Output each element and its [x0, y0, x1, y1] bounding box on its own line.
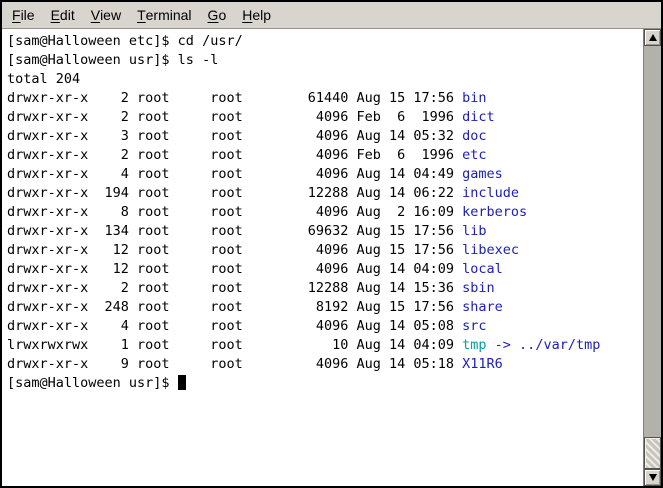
directory-name-text: kerberos	[462, 204, 527, 220]
terminal-text: drwxr-xr-x 248 root root 8192 Aug 15 17:…	[7, 299, 462, 315]
menu-item-label: elp	[252, 7, 271, 23]
terminal-text: drwxr-xr-x 2 root root 12288 Aug 14 15:3…	[7, 280, 462, 296]
menu-item-mnemonic: F	[12, 7, 21, 23]
terminal-line: drwxr-xr-x 9 root root 4096 Aug 14 05:18…	[7, 355, 643, 374]
terminal-line: [sam@Halloween etc]$ cd /usr/	[7, 32, 643, 51]
terminal-text: drwxr-xr-x 4 root root 4096 Aug 14 04:49	[7, 166, 462, 182]
menu-item-terminal[interactable]: Terminal	[129, 2, 199, 28]
menu-item-mnemonic: H	[242, 7, 252, 23]
terminal-line: drwxr-xr-x 2 root root 12288 Aug 14 15:3…	[7, 279, 643, 298]
terminal-text: drwxr-xr-x 3 root root 4096 Aug 14 05:32	[7, 128, 462, 144]
up-arrow-icon	[649, 34, 657, 41]
menu-item-label: iew	[100, 7, 121, 23]
directory-name-text: etc	[462, 147, 486, 163]
terminal-line: drwxr-xr-x 4 root root 4096 Aug 14 05:08…	[7, 317, 643, 336]
scrollbar[interactable]	[643, 29, 661, 486]
symlink-name-text: tmp	[462, 337, 486, 353]
scrollbar-thumb[interactable]	[644, 437, 661, 469]
menu-item-view[interactable]: View	[83, 2, 129, 28]
menu-item-label: erminal	[146, 7, 192, 23]
directory-name-text: libexec	[462, 242, 519, 258]
menu-item-edit[interactable]: Edit	[43, 2, 83, 28]
terminal-screen[interactable]: [sam@Halloween etc]$ cd /usr/ [sam@Hallow…	[2, 29, 643, 486]
terminal-text: [sam@Halloween etc]$ cd /usr/	[7, 33, 243, 49]
terminal-line: drwxr-xr-x 8 root root 4096 Aug 2 16:09 …	[7, 203, 643, 222]
menu-item-go[interactable]: Go	[200, 2, 235, 28]
terminal-text: drwxr-xr-x 194 root root 12288 Aug 14 06…	[7, 185, 462, 201]
terminal-text: drwxr-xr-x 4 root root 4096 Aug 14 05:08	[7, 318, 462, 334]
directory-name-text: lib	[462, 223, 486, 239]
terminal-line: drwxr-xr-x 12 root root 4096 Aug 15 17:5…	[7, 241, 643, 260]
terminal-line: drwxr-xr-x 134 root root 69632 Aug 15 17…	[7, 222, 643, 241]
menu-item-label: dit	[60, 7, 75, 23]
menu-bar: FileEditViewTerminalGoHelp	[2, 2, 661, 29]
terminal-text: drwxr-xr-x 2 root root 4096 Feb 6 1996	[7, 109, 462, 125]
terminal-cursor	[178, 375, 186, 390]
terminal-window: FileEditViewTerminalGoHelp [sam@Hallowee…	[0, 0, 663, 488]
menu-item-mnemonic: T	[137, 7, 146, 23]
terminal-text: lrwxrwxrwx 1 root root 10 Aug 14 04:09	[7, 337, 462, 353]
terminal-line: drwxr-xr-x 3 root root 4096 Aug 14 05:32…	[7, 127, 643, 146]
directory-name-text: local	[462, 261, 503, 277]
terminal-line: [sam@Halloween usr]$	[7, 374, 643, 393]
terminal-text: drwxr-xr-x 2 root root 61440 Aug 15 17:5…	[7, 90, 462, 106]
menu-item-file[interactable]: File	[4, 2, 43, 28]
terminal-content: [sam@Halloween etc]$ cd /usr/ [sam@Hallow…	[2, 29, 661, 486]
scrollbar-down-button[interactable]	[644, 469, 661, 486]
terminal-text: drwxr-xr-x 12 root root 4096 Aug 14 04:0…	[7, 261, 462, 277]
terminal-line: drwxr-xr-x 4 root root 4096 Aug 14 04:49…	[7, 165, 643, 184]
directory-name-text: X11R6	[462, 356, 503, 372]
terminal-line: total 204	[7, 70, 643, 89]
terminal-text: drwxr-xr-x 9 root root 4096 Aug 14 05:18	[7, 356, 462, 372]
directory-name-text: doc	[462, 128, 486, 144]
menu-item-help[interactable]: Help	[234, 2, 279, 28]
terminal-text: drwxr-xr-x 134 root root 69632 Aug 15 17…	[7, 223, 462, 239]
terminal-line: lrwxrwxrwx 1 root root 10 Aug 14 04:09 t…	[7, 336, 643, 355]
scrollbar-up-button[interactable]	[644, 29, 661, 46]
terminal-text: drwxr-xr-x 2 root root 4096 Feb 6 1996	[7, 147, 462, 163]
directory-name-text: sbin	[462, 280, 495, 296]
terminal-line: drwxr-xr-x 12 root root 4096 Aug 14 04:0…	[7, 260, 643, 279]
menu-item-label: o	[218, 7, 226, 23]
directory-name-text: include	[462, 185, 519, 201]
directory-name-text: -> ../var/tmp	[487, 337, 601, 353]
terminal-text: drwxr-xr-x 12 root root 4096 Aug 15 17:5…	[7, 242, 462, 258]
terminal-text: total 204	[7, 71, 80, 87]
directory-name-text: bin	[462, 90, 486, 106]
menu-item-mnemonic: E	[51, 7, 60, 23]
terminal-text: drwxr-xr-x 8 root root 4096 Aug 2 16:09	[7, 204, 462, 220]
terminal-line: drwxr-xr-x 194 root root 12288 Aug 14 06…	[7, 184, 643, 203]
terminal-line: drwxr-xr-x 248 root root 8192 Aug 15 17:…	[7, 298, 643, 317]
menu-item-mnemonic: V	[91, 7, 100, 23]
terminal-text: [sam@Halloween usr]$ ls -l	[7, 52, 218, 68]
scrollbar-track[interactable]	[644, 46, 661, 469]
terminal-line: drwxr-xr-x 2 root root 61440 Aug 15 17:5…	[7, 89, 643, 108]
terminal-text: [sam@Halloween usr]$	[7, 375, 178, 391]
terminal-line: drwxr-xr-x 2 root root 4096 Feb 6 1996 d…	[7, 108, 643, 127]
directory-name-text: games	[462, 166, 503, 182]
down-arrow-icon	[649, 474, 657, 481]
directory-name-text: src	[462, 318, 486, 334]
menu-item-label: ile	[21, 7, 35, 23]
terminal-line: drwxr-xr-x 2 root root 4096 Feb 6 1996 e…	[7, 146, 643, 165]
terminal-line: [sam@Halloween usr]$ ls -l	[7, 51, 643, 70]
menu-item-mnemonic: G	[208, 7, 219, 23]
directory-name-text: dict	[462, 109, 495, 125]
directory-name-text: share	[462, 299, 503, 315]
